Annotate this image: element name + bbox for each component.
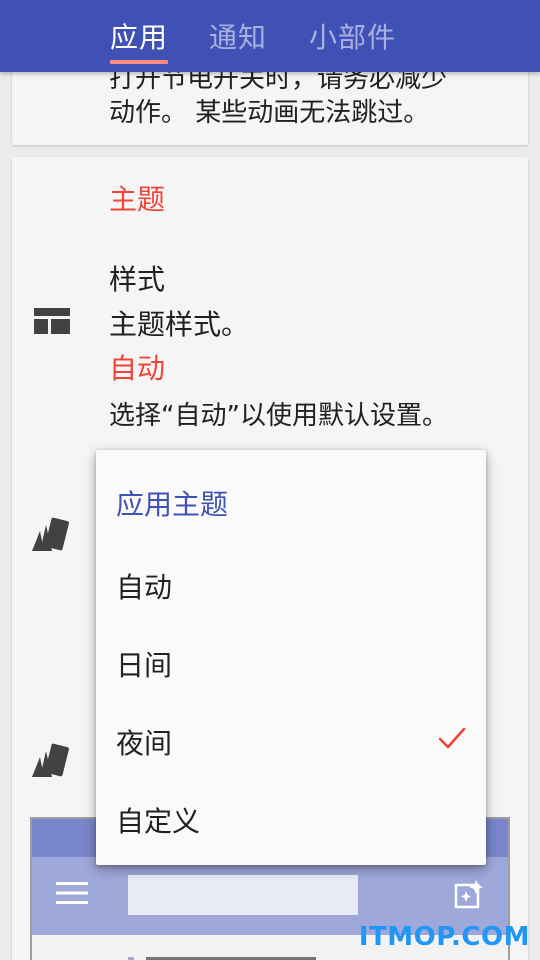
palette-cards-icon[interactable] [30,517,70,553]
top-tab-bar: 应用 通知 小部件 [0,0,540,72]
style-title: 样式 [109,263,166,296]
style-hint: 选择“自动”以使用默认设置。 [109,401,448,431]
menu-title: 应用主题 [116,488,229,521]
style-value: 自动 [109,352,166,385]
check-icon [438,727,466,749]
theme-section-header: 主题 [109,183,166,216]
menu-item-label: 日间 [116,649,173,682]
menu-item-label: 自定义 [116,805,201,838]
image-sparkle-icon [454,880,483,909]
tab-notifications[interactable]: 通知 [209,16,267,56]
dashboard-layout-icon [34,308,70,334]
menu-item-night[interactable]: 夜间 [96,702,486,780]
tab-apps[interactable]: 应用 [110,16,168,56]
animation-desc-line2: 动作。 某些动画无法跳过。 [109,98,430,128]
hamburger-menu-icon [56,882,88,904]
menu-item-auto[interactable]: 自动 [96,546,486,624]
menu-item-day[interactable]: 日间 [96,624,486,702]
style-desc: 主题样式。 [109,308,250,341]
tab-widgets[interactable]: 小部件 [309,16,396,56]
menu-item-label: 自动 [116,571,173,604]
app-theme-menu: 应用主题 自动 日间 夜间 自定义 [96,450,486,865]
palette-cards-icon-2[interactable] [30,743,70,779]
menu-item-custom[interactable]: 自定义 [96,780,486,858]
menu-item-label: 夜间 [116,727,173,760]
watermark-logo: ITMOP.COM [358,922,530,952]
preview-title-placeholder [128,875,358,915]
active-tab-indicator [110,60,168,64]
